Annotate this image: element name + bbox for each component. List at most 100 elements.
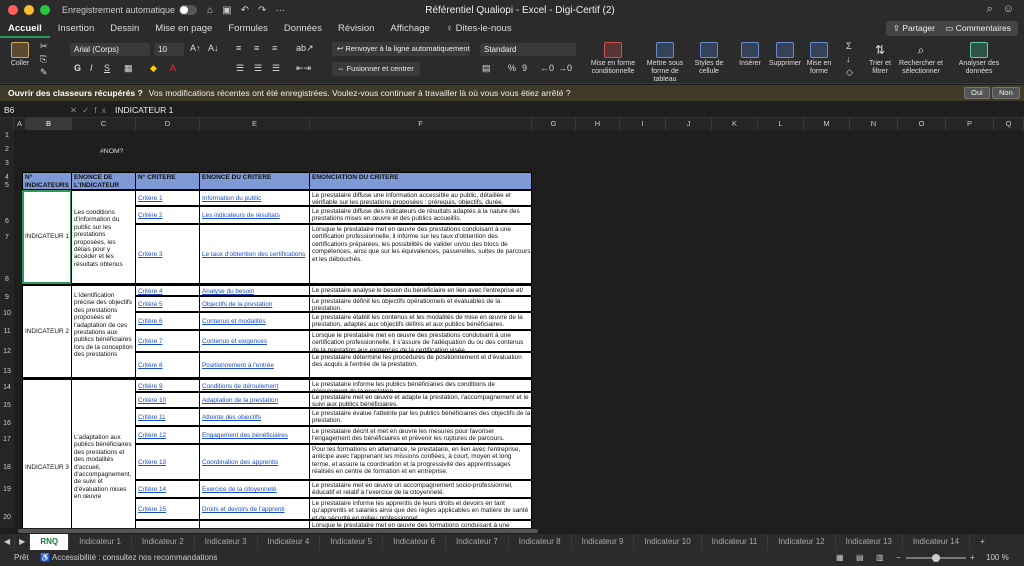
indicator-text-cell[interactable]: Les conditions d'information du public s… [71, 190, 136, 284]
criterion-number-cell[interactable]: Critère 9 [135, 378, 200, 392]
sheet-tab-indicateur-1[interactable]: Indicateur 1 [69, 534, 132, 550]
add-sheet-icon[interactable]: + [970, 534, 995, 550]
align-bottom-icon[interactable]: ≡ [272, 43, 277, 53]
align-center-icon[interactable]: ☰ [254, 63, 262, 74]
criterion-description-cell[interactable]: Le prestataire décrit et met en œuvre le… [309, 426, 532, 444]
tab-formules[interactable]: Formules [220, 20, 276, 38]
accounting-icon[interactable]: ▤ [482, 63, 491, 74]
zoom-level[interactable]: 100 % [986, 550, 1009, 566]
col-header[interactable]: F [310, 118, 532, 130]
col-header[interactable]: E [200, 118, 310, 130]
criterion-title-cell[interactable]: Positionnement à l'entrée [199, 352, 310, 378]
tab-mise-en-page[interactable]: Mise en page [147, 20, 220, 38]
cut-icon[interactable]: ✂ [40, 41, 48, 52]
criterion-title-cell[interactable]: Information du public [199, 190, 310, 206]
sheet-tab-indicateur-8[interactable]: Indicateur 8 [509, 534, 572, 550]
tab-donnees[interactable]: Données [276, 20, 330, 38]
col-header[interactable]: G [532, 118, 576, 130]
criterion-description-cell[interactable]: Le prestataire met en œuvre et adapte la… [309, 392, 532, 408]
criterion-description-cell[interactable]: Lorsque le prestataire met en œuvre des … [309, 330, 532, 354]
formula-input[interactable]: INDICATEUR 1 [115, 102, 173, 118]
col-header[interactable]: O [898, 118, 946, 130]
criterion-title-cell[interactable]: Conditions de déroulement [199, 378, 310, 392]
format-painter-icon[interactable]: ✎ [40, 67, 48, 78]
more-icon[interactable]: ··· [275, 5, 285, 16]
indent-icon[interactable]: ⇤⇥ [296, 63, 311, 74]
criterion-title-cell[interactable]: Atteinte des objectifs [199, 408, 310, 426]
row-header[interactable]: 18 [0, 464, 14, 471]
criterion-description-cell[interactable]: Le prestataire détermine les procédures … [309, 352, 532, 378]
criterion-title-cell[interactable]: Droits et devoirs de l'apprenti [199, 498, 310, 520]
yes-button[interactable]: Oui [964, 87, 990, 99]
increase-decimal-icon[interactable]: ←0 [540, 63, 554, 73]
criterion-number-cell[interactable]: Critère 15 [135, 498, 200, 520]
row-header[interactable]: 7 [0, 234, 14, 241]
save-icon[interactable]: ▣ [222, 5, 231, 16]
delete-button[interactable]: Supprimer [766, 42, 804, 68]
criterion-description-cell[interactable]: Le prestataire définit les objectifs opé… [309, 296, 532, 312]
criterion-title-cell[interactable]: Exercice de la citoyenneté [199, 480, 310, 498]
criterion-description-cell[interactable]: Pour les formations en alternance, le pr… [309, 444, 532, 480]
prev-sheet-icon[interactable]: ◀ [0, 534, 16, 550]
criterion-description-cell[interactable]: Lorsque le prestataire met en œuvre des … [309, 520, 532, 528]
share-button[interactable]: ⇪ Partager [885, 21, 942, 36]
format-button[interactable]: Mise en forme [804, 42, 834, 76]
row-header[interactable]: 12 [0, 348, 14, 355]
criterion-title-cell[interactable]: Adaptation de la prestation [199, 392, 310, 408]
name-box[interactable]: B6 [4, 102, 64, 118]
comments-button[interactable]: ▭ Commentaires [938, 21, 1018, 36]
copy-icon[interactable]: ⎘ [40, 54, 47, 65]
row-header[interactable]: 11 [0, 328, 14, 335]
criterion-number-cell[interactable] [135, 520, 200, 528]
autosum-icon[interactable]: Σ [846, 41, 852, 51]
header-cell[interactable]: N° INDICATEURS [22, 172, 72, 190]
sheet-tab-indicateur-14[interactable]: Indicateur 14 [903, 534, 971, 550]
tab-revision[interactable]: Révision [330, 20, 382, 38]
tab-affichage[interactable]: Affichage [382, 20, 437, 38]
criterion-number-cell[interactable]: Critère 1 [135, 190, 200, 206]
percent-icon[interactable]: % [508, 63, 516, 73]
indicator-text-cell[interactable]: L'identification précise des objectifs d… [71, 284, 136, 378]
row-header[interactable]: 3 [0, 160, 14, 167]
align-right-icon[interactable]: ☰ [272, 63, 280, 74]
criterion-title-cell[interactable]: Les indicateurs de résultats [199, 206, 310, 224]
col-header[interactable]: K [712, 118, 758, 130]
autosave-toggle[interactable] [179, 5, 198, 15]
borders-icon[interactable]: ▦ [124, 63, 133, 74]
header-cell[interactable]: N° CRITERE [135, 172, 200, 190]
sort-filter-button[interactable]: ⇅ Trier et filtrer [864, 42, 896, 76]
normal-view-icon[interactable]: ▦ [836, 550, 844, 566]
format-table-button[interactable]: Mettre sous forme de tableau [640, 42, 690, 84]
analyze-data-button[interactable]: Analyser des données [956, 42, 1002, 76]
indicator-cell[interactable]: INDICATEUR 1 [22, 190, 72, 284]
tab-dessin[interactable]: Dessin [102, 20, 147, 38]
criterion-description-cell[interactable]: Le prestataire informe les apprentis de … [309, 498, 532, 522]
col-header[interactable]: A [14, 118, 26, 130]
clear-icon[interactable]: ◇ [846, 67, 853, 78]
fx-icon[interactable]: ✕✓fx [70, 102, 111, 118]
col-header[interactable]: J [666, 118, 712, 130]
criterion-number-cell[interactable]: Critère 3 [135, 224, 200, 284]
paste-button[interactable]: Coller [6, 42, 34, 68]
col-header[interactable]: L [758, 118, 804, 130]
criterion-number-cell[interactable]: Critère 11 [135, 408, 200, 426]
row-header[interactable]: 16 [0, 420, 14, 427]
row-header[interactable]: 6 [0, 218, 14, 225]
col-header[interactable]: D [136, 118, 200, 130]
select-all-corner[interactable] [0, 118, 14, 130]
header-cell[interactable]: ENONCE DE L'INDICATEUR [71, 172, 136, 190]
row-header[interactable]: 4 [0, 174, 14, 181]
page-layout-icon[interactable]: ▤ [856, 550, 864, 566]
criterion-title-cell[interactable]: Engagement des bénéficiaires [199, 426, 310, 444]
page-break-icon[interactable]: ▥ [876, 550, 884, 566]
criterion-number-cell[interactable]: Critère 10 [135, 392, 200, 408]
criterion-number-cell[interactable]: Critère 12 [135, 426, 200, 444]
accessibility-icon[interactable]: ♿ [40, 550, 50, 566]
criterion-description-cell[interactable]: Le prestataire évalue l'atteinte par les… [309, 408, 532, 426]
row-header[interactable]: 20 [0, 514, 14, 521]
row-header[interactable]: 8 [0, 276, 14, 283]
align-top-icon[interactable]: ≡ [236, 43, 241, 53]
criterion-number-cell[interactable]: Critère 13 [135, 444, 200, 480]
home-icon[interactable]: ⌂ [207, 5, 213, 16]
criterion-title-cell[interactable]: Le taux d'obtention des certifications [199, 224, 310, 284]
